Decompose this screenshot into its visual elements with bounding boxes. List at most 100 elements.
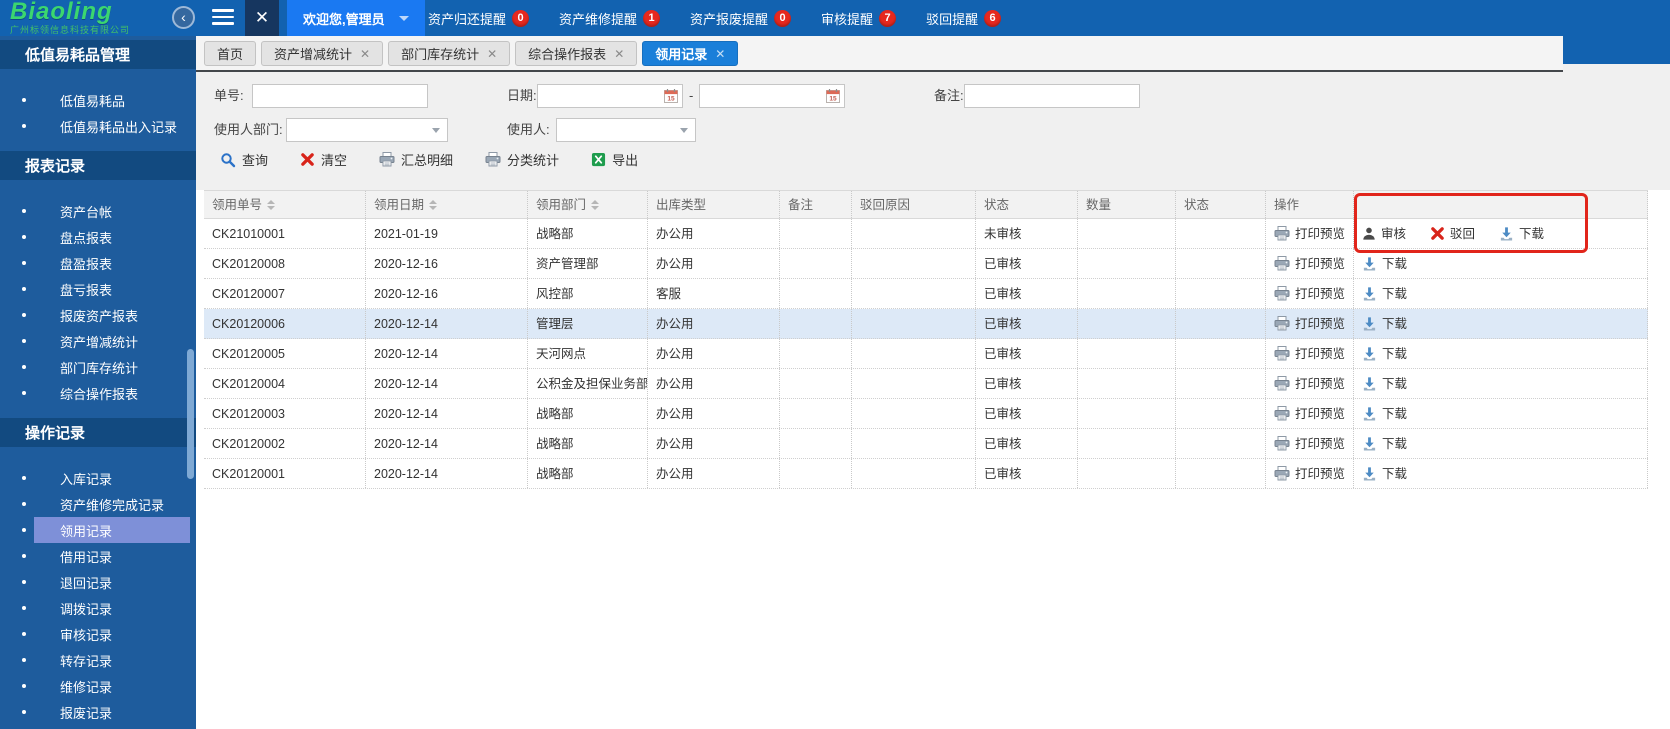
hamburger-menu-icon[interactable] (212, 9, 234, 27)
table-row[interactable]: CK20120004 2020-12-14 公积金及担保业务部 办公用 已审核 打印预览… (204, 369, 1648, 399)
table-row[interactable]: CK20120001 2020-12-14 战略部 办公用 已审核 打印预览 下载 (204, 459, 1648, 489)
table-row[interactable]: CK20120003 2020-12-14 战略部 办公用 已审核 打印预览 下载 (204, 399, 1648, 429)
sidebar-section-title[interactable]: 操作记录 (0, 418, 196, 447)
sidebar-item[interactable]: 审核记录 (0, 621, 196, 647)
sidebar-item[interactable]: 维修记录 (0, 673, 196, 699)
print-preview-button[interactable]: 打印预览 (1274, 401, 1345, 427)
tab-item[interactable]: 综合操作报表 ✕ (515, 41, 638, 66)
printer-icon (1274, 436, 1290, 451)
table-cell (852, 459, 976, 488)
sidebar-section-title[interactable]: 低值易耗品管理 (0, 40, 196, 69)
download-action-button[interactable]: 下载 (1362, 251, 1407, 277)
sidebar-item[interactable]: 盘亏报表 (0, 276, 196, 302)
print-preview-button[interactable]: 打印预览 (1274, 221, 1345, 247)
tab-item[interactable]: 资产增减统计 ✕ (261, 41, 384, 66)
remark-input[interactable] (964, 84, 1140, 108)
print-preview-button[interactable]: 打印预览 (1274, 341, 1345, 367)
download-action-button[interactable]: 下载 (1362, 431, 1407, 457)
sidebar-item[interactable]: 领用记录 (0, 517, 196, 543)
notification-item[interactable]: 资产报废提醒 0 (690, 9, 792, 28)
sidebar-item[interactable]: 资产维修完成记录 (0, 491, 196, 517)
sidebar-item-label: 调拨记录 (60, 601, 113, 617)
print-preview-button[interactable]: 打印预览 (1274, 281, 1345, 307)
download-action-button[interactable]: 下载 (1362, 371, 1407, 397)
user-menu-button[interactable]: 欢迎您,管理员 (287, 0, 425, 36)
notification-item[interactable]: 资产归还提醒 0 (428, 9, 530, 28)
sidebar-item[interactable]: 部门库存统计 (0, 354, 196, 380)
notification-item[interactable]: 驳回提醒 6 (926, 9, 1002, 28)
tab-item[interactable]: 部门库存统计 ✕ (388, 41, 511, 66)
sidebar-item[interactable]: 资产增减统计 (0, 328, 196, 354)
table-row[interactable]: CK20120002 2020-12-14 战略部 办公用 已审核 打印预览 下载 (204, 429, 1648, 459)
notification-item[interactable]: 审核提醒 7 (821, 9, 897, 28)
close-button[interactable]: ✕ (245, 0, 279, 36)
table-row[interactable]: CK20120006 2020-12-14 管理层 办公用 已审核 打印预览 下载 (204, 309, 1648, 339)
table-cell (852, 429, 976, 458)
table-row[interactable]: CK21010001 2021-01-19 战略部 办公用 未审核 打印预览 审核 驳回… (204, 219, 1648, 249)
table-row[interactable]: CK20120005 2020-12-14 天河网点 办公用 已审核 打印预览 下载 (204, 339, 1648, 369)
tab-close-icon[interactable]: ✕ (487, 47, 497, 61)
column-header[interactable]: 领用单号 (204, 191, 366, 218)
date-to-input[interactable] (699, 84, 845, 108)
download-action-button[interactable]: 下载 (1362, 461, 1407, 487)
sidebar-item[interactable]: 借用记录 (0, 543, 196, 569)
print-preview-button[interactable]: 打印预览 (1274, 251, 1345, 277)
column-header[interactable]: 领用部门 (528, 191, 648, 218)
sort-icon (267, 199, 276, 210)
printer-icon (379, 152, 395, 167)
app-root: Biaoling 广州标领信息科技有限公司 ‹ ✕ 欢迎您,管理员 资产归还提醒… (0, 0, 1670, 729)
collapse-sidebar-button[interactable]: ‹ (172, 6, 195, 29)
sidebar-item[interactable]: 退回记录 (0, 569, 196, 595)
user-dept-select[interactable] (286, 118, 448, 142)
sidebar-item[interactable]: 入库记录 (0, 465, 196, 491)
print-preview-button[interactable]: 打印预览 (1274, 431, 1345, 457)
notification-item[interactable]: 资产维修提醒 1 (559, 9, 661, 28)
sidebar-item[interactable]: 资产台帐 (0, 198, 196, 224)
tab-item[interactable]: 首页 (204, 41, 257, 66)
download-action-button[interactable]: 下载 (1362, 341, 1407, 367)
table-cell: 2020-12-14 (366, 399, 528, 428)
download-action-button[interactable]: 下载 (1362, 281, 1407, 307)
tab-close-icon[interactable]: ✕ (614, 47, 624, 61)
excel-button[interactable]: 导出 (591, 150, 638, 169)
user-select[interactable] (556, 118, 696, 142)
sidebar-item[interactable]: 盘点报表 (0, 224, 196, 250)
table-row[interactable]: CK20120008 2020-12-16 资产管理部 办公用 已审核 打印预览 下载 (204, 249, 1648, 279)
download-action-button[interactable]: 下载 (1362, 401, 1407, 427)
print-preview-button[interactable]: 打印预览 (1274, 371, 1345, 397)
table-cell-actions: 下载 (1354, 429, 1648, 458)
calendar-icon[interactable]: 15 (825, 88, 841, 109)
sidebar-item[interactable]: 低值易耗品出入记录 (0, 113, 196, 139)
tab-active[interactable]: 领用记录 ✕ (642, 41, 739, 66)
table-cell: 资产管理部 (528, 249, 648, 278)
order-no-input[interactable] (252, 84, 428, 108)
print-preview-label: 打印预览 (1295, 226, 1346, 241)
reject-action-button[interactable]: 驳回 (1430, 221, 1475, 247)
download-action-button[interactable]: 下载 (1499, 221, 1544, 247)
sidebar-scrollbar-thumb[interactable] (187, 349, 194, 479)
sidebar-item[interactable]: 报废资产报表 (0, 302, 196, 328)
sidebar-item[interactable]: 调拨记录 (0, 595, 196, 621)
printer-button[interactable]: 分类统计 (485, 150, 559, 169)
sidebar-item[interactable]: 低值易耗品 (0, 87, 196, 113)
table-row[interactable]: CK20120007 2020-12-16 风控部 客服 已审核 打印预览 下载 (204, 279, 1648, 309)
calendar-icon[interactable]: 15 (663, 88, 679, 109)
sidebar-item[interactable]: 盘盈报表 (0, 250, 196, 276)
user-action-button[interactable]: 审核 (1362, 221, 1406, 247)
column-header[interactable]: 领用日期 (366, 191, 528, 218)
tab-close-icon[interactable]: ✕ (715, 47, 725, 61)
table-cell (780, 459, 852, 488)
date-from-input[interactable] (537, 84, 683, 108)
printer-button[interactable]: 汇总明细 (379, 150, 453, 169)
sidebar-item[interactable]: 报废记录 (0, 699, 196, 725)
search-button[interactable]: 查询 (220, 150, 268, 169)
clear-button[interactable]: 清空 (300, 150, 347, 169)
sidebar-item[interactable]: 综合操作报表 (0, 380, 196, 406)
tab-close-icon[interactable]: ✕ (360, 47, 370, 61)
print-preview-button[interactable]: 打印预览 (1274, 311, 1345, 337)
sidebar-section-title[interactable]: 报表记录 (0, 151, 196, 180)
sidebar-item[interactable]: 转存记录 (0, 647, 196, 673)
download-action-button[interactable]: 下载 (1362, 311, 1407, 337)
print-preview-button[interactable]: 打印预览 (1274, 461, 1345, 487)
table-cell (1176, 429, 1266, 458)
